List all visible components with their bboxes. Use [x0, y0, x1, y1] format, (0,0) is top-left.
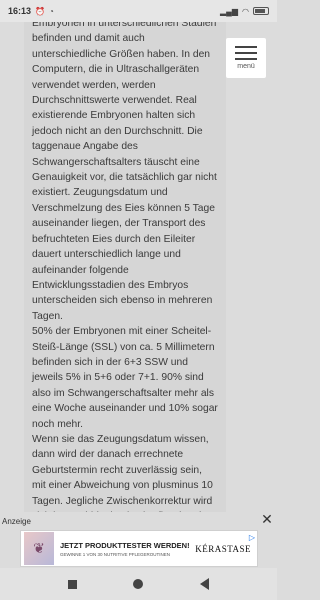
home-icon[interactable]	[133, 579, 144, 589]
ad-title: JETZT PRODUKTTESTER WERDEN!	[60, 540, 190, 550]
status-left: 16:13 ⏰ ◔	[8, 6, 54, 16]
notification-icon: ◔	[49, 6, 54, 16]
ad-text: JETZT PRODUKTTESTER WERDEN! GEWINNE 1 VO…	[54, 541, 195, 557]
ad-subtitle: GEWINNE 1 VON 30 NUTRITIVE PFLEGEROUTINE…	[60, 551, 171, 557]
close-icon[interactable]: ✕	[260, 512, 274, 526]
ad-product-image: ❦	[24, 532, 54, 565]
status-time: 16:13	[8, 6, 32, 16]
adchoices-icon[interactable]: ▷	[249, 533, 255, 542]
back-icon[interactable]	[199, 578, 209, 590]
status-right: ▂▄▆ ◠	[220, 7, 269, 16]
article-content[interactable]: Embryonen in unterschiedlichen Stadien b…	[24, 22, 226, 512]
article-paragraph: 50% der Embryonen mit einer Scheitel-Ste…	[32, 326, 218, 430]
signal-icon: ▂▄▆	[220, 6, 239, 16]
ad-brand-logo: KÉRASTASE	[195, 543, 251, 554]
menu-label: menü	[237, 63, 255, 70]
menu-button[interactable]: menü	[226, 38, 266, 78]
battery-icon	[253, 7, 269, 15]
alarm-icon: ⏰	[35, 6, 45, 16]
recents-icon[interactable]	[68, 579, 78, 589]
ad-banner[interactable]: ❦ JETZT PRODUKTTESTER WERDEN! GEWINNE 1 …	[20, 530, 258, 567]
article-paragraph: Embryonen in unterschiedlichen Stadien b…	[32, 22, 217, 322]
ad-label: Anzeige	[2, 517, 31, 526]
wifi-icon: ◠	[242, 6, 249, 16]
hamburger-icon	[235, 46, 257, 60]
article-paragraph: Wenn sie das Zeugungsdatum wissen, dann …	[32, 433, 213, 512]
status-bar: 16:13 ⏰ ◔ ▂▄▆ ◠	[0, 0, 277, 22]
navigation-bar	[0, 568, 277, 600]
